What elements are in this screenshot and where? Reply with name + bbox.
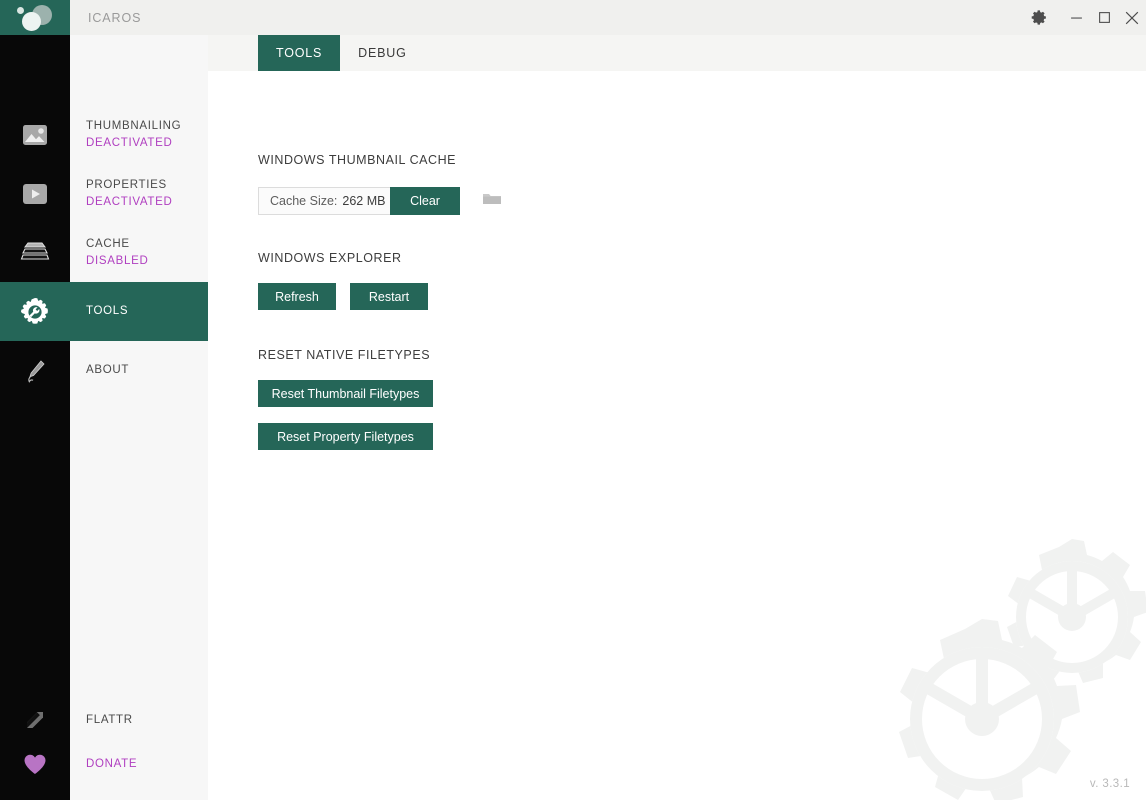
reset-thumbnail-filetypes-button[interactable]: Reset Thumbnail Filetypes bbox=[258, 380, 433, 407]
version-label: v. 3.3.1 bbox=[1089, 778, 1130, 790]
sidebar-item-tools[interactable]: TOOLS bbox=[0, 282, 208, 341]
sidebar: THUMBNAILING DEACTIVATED PROPERTIES DEAC… bbox=[0, 35, 208, 800]
sidebar-item-status: DEACTIVATED bbox=[86, 136, 173, 149]
image-icon bbox=[0, 105, 70, 164]
gear-icon[interactable] bbox=[1016, 0, 1062, 35]
tools-panel: WINDOWS THUMBNAIL CACHE Cache Size: 262 M… bbox=[208, 71, 1146, 800]
sidebar-item-flattr[interactable]: FLATTR bbox=[0, 698, 208, 742]
refresh-explorer-button[interactable]: Refresh bbox=[258, 283, 336, 310]
clear-cache-button[interactable]: Clear bbox=[390, 187, 460, 215]
sidebar-item-label: PROPERTIES bbox=[86, 178, 167, 191]
sidebar-bottom-nav: FLATTR DONATE bbox=[0, 698, 208, 786]
sidebar-item-properties[interactable]: PROPERTIES DEACTIVATED bbox=[0, 164, 208, 223]
close-icon[interactable] bbox=[1118, 0, 1146, 35]
cache-size-row: Cache Size: 262 MB Clear bbox=[258, 187, 502, 215]
sidebar-item-thumbnailing[interactable]: THUMBNAILING DEACTIVATED bbox=[0, 105, 208, 164]
cache-size-input[interactable]: Cache Size: 262 MB Clear bbox=[258, 187, 460, 215]
sidebar-item-status: DEACTIVATED bbox=[86, 195, 173, 208]
tab-label: DEBUG bbox=[358, 46, 407, 60]
sidebar-item-status: DISABLED bbox=[86, 254, 149, 267]
heart-icon bbox=[0, 742, 70, 786]
cache-size-value: 262 MB bbox=[342, 194, 386, 208]
icaros-window: ICAROS THUMBNAILING DEACTIVATED PROPERTI… bbox=[0, 0, 1146, 800]
section-title: RESET NATIVE FILETYPES bbox=[258, 348, 431, 362]
content-area: TOOLS DEBUG WINDOWS THUMBNAIL CACHE Cach… bbox=[208, 35, 1146, 800]
tab-bar: TOOLS DEBUG bbox=[208, 35, 1146, 71]
sidebar-item-cache[interactable]: CACHE DISABLED bbox=[0, 223, 208, 282]
window-controls bbox=[1016, 0, 1146, 35]
sidebar-item-donate[interactable]: DONATE bbox=[0, 742, 208, 786]
tab-label: TOOLS bbox=[276, 46, 323, 60]
section-title: WINDOWS EXPLORER bbox=[258, 251, 402, 265]
restart-explorer-button[interactable]: Restart bbox=[350, 283, 428, 310]
title-bar: ICAROS bbox=[0, 0, 1146, 35]
reset-buttons: Reset Thumbnail Filetypes Reset Property… bbox=[258, 380, 433, 450]
gears-watermark bbox=[854, 529, 1146, 800]
sidebar-item-label: FLATTR bbox=[86, 713, 133, 726]
section-thumbnail-cache: WINDOWS THUMBNAIL CACHE Cache Size: 262 M… bbox=[258, 153, 502, 215]
minimize-icon[interactable] bbox=[1062, 0, 1090, 35]
section-title: WINDOWS THUMBNAIL CACHE bbox=[258, 153, 457, 167]
sidebar-item-label: THUMBNAILING bbox=[86, 119, 182, 132]
section-windows-explorer: WINDOWS EXPLORER Refresh Restart bbox=[258, 251, 428, 310]
app-title: ICAROS bbox=[88, 10, 142, 25]
quill-pen-icon bbox=[0, 341, 70, 400]
sidebar-nav: THUMBNAILING DEACTIVATED PROPERTIES DEAC… bbox=[0, 105, 208, 400]
explorer-buttons: Refresh Restart bbox=[258, 283, 428, 310]
sidebar-item-label: DONATE bbox=[86, 757, 138, 770]
stack-icon bbox=[0, 223, 70, 282]
gear-wrench-icon bbox=[0, 282, 70, 341]
reset-property-filetypes-button[interactable]: Reset Property Filetypes bbox=[258, 423, 433, 450]
tab-debug[interactable]: DEBUG bbox=[340, 35, 424, 71]
sidebar-item-label: CACHE bbox=[86, 237, 130, 250]
tab-tools[interactable]: TOOLS bbox=[258, 35, 341, 71]
section-reset-filetypes: RESET NATIVE FILETYPES Reset Thumbnail F… bbox=[258, 348, 433, 450]
flattr-icon bbox=[0, 698, 70, 742]
sidebar-item-label: ABOUT bbox=[86, 364, 130, 377]
cache-size-label: Cache Size: bbox=[270, 194, 338, 208]
folder-icon[interactable] bbox=[482, 191, 502, 212]
icaros-circles-logo bbox=[0, 0, 70, 35]
maximize-icon[interactable] bbox=[1090, 0, 1118, 35]
sidebar-item-about[interactable]: ABOUT bbox=[0, 341, 208, 400]
video-icon bbox=[0, 164, 70, 223]
sidebar-item-label: TOOLS bbox=[86, 305, 129, 318]
